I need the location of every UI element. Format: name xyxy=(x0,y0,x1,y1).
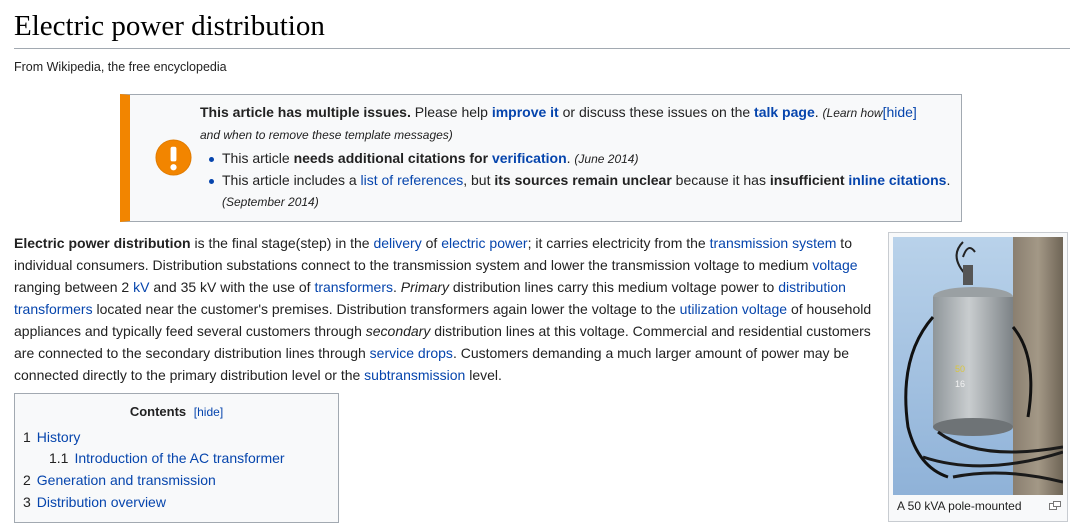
text-run: of xyxy=(421,235,442,251)
learn-how-continued: and when to remove these template messag… xyxy=(200,128,453,142)
issue-text: This article xyxy=(222,150,294,166)
issue-text: This article includes a xyxy=(222,172,361,188)
notice-heading: This article has multiple issues. xyxy=(200,104,411,120)
issue-bold-text: insufficient xyxy=(769,172,849,188)
transmission-system-link[interactable]: transmission system xyxy=(710,235,837,251)
issue-text: , but xyxy=(463,172,495,188)
notice-text-part: Please help xyxy=(410,104,492,120)
transformer-photo[interactable]: 50 16 xyxy=(893,237,1063,495)
toc-number: 1 xyxy=(23,429,31,445)
page-title: Electric power distribution xyxy=(14,10,325,42)
thumbnail-caption: A 50 kVA pole-mounted xyxy=(897,499,1022,513)
issue-text: . xyxy=(566,150,571,166)
delivery-link[interactable]: delivery xyxy=(373,235,421,251)
improve-it-link[interactable]: improve it xyxy=(492,104,559,120)
infobox-thumbnail: 50 16 A 50 kVA pole-mounted xyxy=(888,232,1068,522)
service-drops-link[interactable]: service drops xyxy=(370,345,453,361)
primary-emphasis: Primary xyxy=(400,279,450,295)
issue-item: This article needs additional citations … xyxy=(209,148,960,170)
text-run: and 35 kV with the use of xyxy=(149,279,315,295)
issue-text: . xyxy=(946,172,951,188)
verification-link[interactable]: verification xyxy=(492,150,567,166)
toc-item-history[interactable]: 1 History xyxy=(23,429,80,445)
toc-title: Contents xyxy=(129,404,187,419)
toc-item-generation[interactable]: 2 Generation and transmission xyxy=(23,472,216,488)
toc-hide-link[interactable]: [hide] xyxy=(194,405,223,419)
text-run: located near the customer's premises. Di… xyxy=(92,301,680,317)
list-of-references-link[interactable]: list of references xyxy=(361,172,464,188)
issue-bold-text: its sources remain unclear xyxy=(494,172,672,188)
toc-label: Introduction of the AC transformer xyxy=(74,450,285,466)
secondary-emphasis: secondary xyxy=(365,323,431,339)
issue-date: (September 2014) xyxy=(222,195,319,209)
issue-text: because it has xyxy=(671,172,770,188)
notice-text-part: or discuss these issues on the xyxy=(558,104,755,120)
issue-item: This article includes a list of referenc… xyxy=(209,170,960,213)
inline-citations-link[interactable]: inline citations xyxy=(848,172,946,188)
toc-item-ac-transformer[interactable]: 1.1 Introduction of the AC transformer xyxy=(49,450,285,466)
text-run: distribution lines carry this medium vol… xyxy=(449,279,779,295)
toc-number: 2 xyxy=(23,472,31,488)
enlarge-icon[interactable] xyxy=(1049,501,1061,510)
toc-label: Generation and transmission xyxy=(36,472,216,488)
text-run: level. xyxy=(465,367,502,383)
intro-paragraph: Electric power distribution is the final… xyxy=(14,232,874,386)
can-label-bottom: 16 xyxy=(955,379,965,389)
kv-link[interactable]: kV xyxy=(133,279,149,295)
transformers-link[interactable]: transformers xyxy=(314,279,393,295)
issue-bold-text: needs additional citations for xyxy=(293,150,492,166)
toc-heading: Contents [hide] xyxy=(15,404,338,419)
title-divider xyxy=(14,48,1070,49)
toc-number: 3 xyxy=(23,494,31,510)
issue-date: (June 2014) xyxy=(574,152,639,166)
voltage-link[interactable]: voltage xyxy=(812,257,857,273)
hide-notice-link[interactable]: [hide] xyxy=(883,104,917,120)
text-run: is the final stage(step) in the xyxy=(190,235,374,251)
site-tagline: From Wikipedia, the free encyclopedia xyxy=(14,60,227,74)
table-of-contents: Contents [hide] 1 History 1.1 Introduction… xyxy=(14,393,339,523)
issues-list: This article needs additional citations … xyxy=(200,148,960,213)
subtransmission-link[interactable]: subtransmission xyxy=(364,367,465,383)
warning-icon xyxy=(155,139,192,176)
toc-number: 1.1 xyxy=(49,450,69,466)
article-subject: Electric power distribution xyxy=(14,235,191,251)
toc-label: Distribution overview xyxy=(36,494,166,510)
text-run: ; it carries electricity from the xyxy=(527,235,710,251)
utilization-voltage-link[interactable]: utilization voltage xyxy=(680,301,787,317)
learn-how-text: (Learn how xyxy=(822,106,883,120)
can-label-top: 50 xyxy=(955,364,965,374)
text-run: ranging between 2 xyxy=(14,279,134,295)
notice-text: This article has multiple issues. Please… xyxy=(200,101,960,213)
talk-page-link[interactable]: talk page xyxy=(754,104,815,120)
notice-text-part: . xyxy=(814,104,823,120)
multiple-issues-notice: This article has multiple issues. Please… xyxy=(120,94,962,222)
text-run: . xyxy=(393,279,401,295)
toc-label: History xyxy=(36,429,81,445)
electric-power-link[interactable]: electric power xyxy=(441,235,527,251)
toc-item-distribution-overview[interactable]: 3 Distribution overview xyxy=(23,494,166,510)
